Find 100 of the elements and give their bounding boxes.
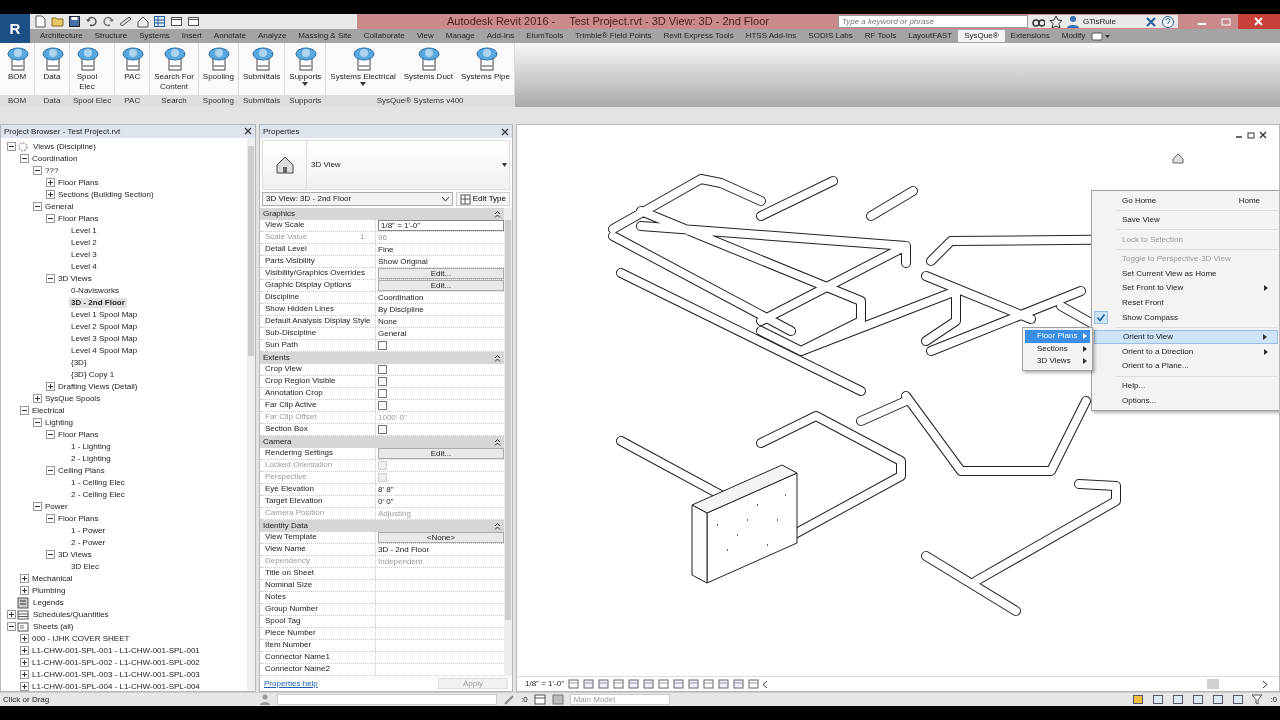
tree-item[interactable]: L1-CHW-001-SPL-002 - L1-CHW-001-SPL-002 [30,658,202,668]
collapse-toggle[interactable] [45,466,55,476]
tree-item[interactable]: L1-CHW-001-SPL-004 - L1-CHW-001-SPL-004 [30,682,202,691]
tab-options-icon[interactable] [1091,31,1112,41]
ribbon-button[interactable]: Search For Content [150,46,198,92]
collapse-toggle[interactable] [6,622,16,632]
ribbon-tab[interactable]: Manage [439,30,481,42]
view-control-icon[interactable] [658,679,669,689]
tree-item[interactable]: General [43,202,76,212]
instance-dropdown[interactable]: 3D View: 3D - 2nd Floor [262,192,453,206]
restore-icon[interactable] [1247,131,1255,139]
expand-toggle[interactable] [19,682,29,691]
view-control-icon[interactable] [688,679,699,689]
ribbon-button[interactable]: Submittals [238,46,285,82]
tree-item[interactable]: Level 3 Spool Map [69,334,140,344]
group-header[interactable]: Camera [263,437,292,447]
menu-item[interactable]: Sections [1025,342,1090,355]
tree-item[interactable]: 2 - Lighting [69,454,113,464]
expand-toggle[interactable] [19,658,29,668]
property-field[interactable]: 1/8" = 1'-0" [378,220,504,231]
checkbox[interactable] [378,365,387,374]
ribbon-button[interactable]: BOM [0,46,34,82]
checkbox[interactable] [378,341,387,350]
ribbon-tab[interactable]: Structure [88,30,134,42]
collapse-toggle[interactable] [45,274,55,284]
collapse-toggle[interactable] [32,166,42,176]
menu-item[interactable]: Orient to View [1094,329,1278,345]
expand-toggle[interactable] [45,178,55,188]
menu-item[interactable]: Orient to a Direction [1094,344,1278,359]
tree-item[interactable]: 3D Elec [69,562,101,572]
tree-item[interactable]: L1-CHW-001-SPL-001 - L1-CHW-001-SPL-001 [30,646,202,656]
tree-item[interactable]: Drafting Views (Detail) [56,382,140,392]
menu-item[interactable]: Go Home Home [1094,193,1278,208]
view-control-icon[interactable] [598,679,609,689]
ribbon-tab[interactable]: Trimble® Field Points [569,30,658,42]
checkbox[interactable] [378,425,387,434]
tree-item[interactable]: 3D - 2nd Floor [69,298,127,308]
ribbon-tab[interactable]: Massing & Site [292,30,358,42]
tree-item[interactable]: Level 4 [69,262,99,272]
tree-item[interactable]: Level 4 Spool Map [69,346,140,356]
tree-item[interactable]: 1 - Ceiling Elec [69,478,127,488]
ribbon-button[interactable]: Supports [285,46,326,86]
collapse-toggle[interactable] [32,502,42,512]
expand-toggle[interactable] [45,382,55,392]
tree-item[interactable]: Level 2 Spool Map [69,322,140,332]
view-control-icon[interactable] [613,679,624,689]
expand-toggle[interactable] [19,670,29,680]
property-button[interactable]: Edit... [378,448,504,459]
menu-item[interactable]: Reset Front [1094,295,1278,311]
expand-toggle[interactable] [6,610,16,620]
view-control-icon[interactable] [733,679,744,689]
tree-item[interactable]: ??? [43,166,61,176]
tree-item[interactable]: Lighting [43,418,76,428]
help-icon[interactable] [1161,15,1174,28]
expand-toggle[interactable] [19,646,29,656]
editable-icon[interactable] [503,694,515,705]
filter-icon[interactable] [1252,694,1263,705]
tree-item[interactable]: Ceiling Plans [56,466,107,476]
menu-item[interactable]: Options... [1094,393,1278,408]
tree-item[interactable]: Schedules/Quantities [31,610,111,620]
collapse-toggle[interactable] [6,142,16,152]
application-menu-button[interactable]: R [0,14,30,43]
checkbox[interactable] [378,389,387,398]
expand-toggle[interactable] [45,190,55,200]
expand-toggle[interactable] [19,634,29,644]
star-icon[interactable] [1048,15,1062,28]
ribbon-button[interactable]: Systems Pipe [457,46,514,82]
scroll-right-icon[interactable] [1262,680,1267,688]
tree-item[interactable]: Floor Plans [56,514,101,524]
close-icon[interactable] [501,127,509,136]
tree-item[interactable]: Electrical [30,406,67,416]
checkbox[interactable] [378,377,387,386]
tree-item[interactable]: 2 - Ceiling Elec [69,490,127,500]
user-name[interactable]: GTisRule [1082,16,1116,27]
collapse-icon[interactable] [494,522,501,530]
menu-item[interactable]: Show Compass [1094,310,1278,325]
ribbon-tab[interactable]: Architecture [34,30,89,42]
ribbon-tab[interactable]: SODIS Labs [802,30,859,42]
ribbon-tab[interactable]: Revit Express Tools [657,30,740,42]
ribbon-tab[interactable]: Systems [133,30,176,42]
tree-item[interactable]: Sections (Building Section) [56,190,156,200]
menu-item[interactable]: Set Front to View [1094,280,1278,296]
tree-item[interactable]: Mechanical [30,574,75,584]
scrollbar[interactable] [504,208,512,676]
ribbon-tab[interactable]: SysQue® [958,30,1005,42]
grid-view-icon[interactable] [153,15,166,28]
ribbon-tab[interactable]: Add-Ins [480,30,521,42]
menu-item[interactable]: Help... [1094,378,1278,394]
tree-item[interactable]: Level 2 [69,238,99,248]
collapse-toggle[interactable] [32,202,42,212]
view-control-icon[interactable] [568,679,579,689]
collapse-toggle[interactable] [45,214,55,224]
collapse-icon[interactable] [494,210,501,218]
ribbon-tab[interactable]: ElumTools [520,30,570,42]
tree-item[interactable]: Sheets (all) [31,622,76,632]
ribbon-tab[interactable]: Insert [175,30,208,42]
tree-item[interactable]: Legends [31,598,66,608]
ribbon-button[interactable]: Systems Electrical [326,46,400,86]
ribbon-tab[interactable]: RF Tools [858,30,903,42]
tree-item[interactable]: 2 - Power [69,538,108,548]
